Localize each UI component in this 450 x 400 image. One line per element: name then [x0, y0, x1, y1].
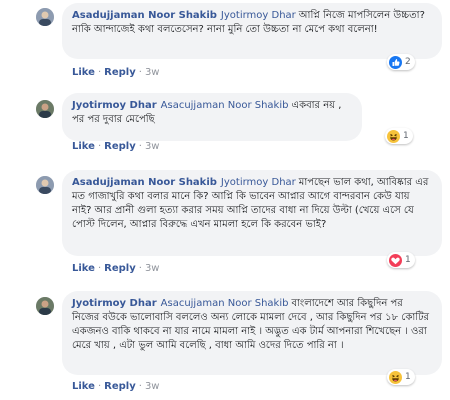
comment-bubble: Jyotirmoy Dhar Asacujjaman Noor Shakib একব… [62, 93, 362, 141]
haha-icon [387, 129, 400, 143]
comment-bubble: Asadujjaman Noor Shakib Jyotirmoy Dhar মাপ… [62, 170, 442, 256]
reaction-badge[interactable]: 2 [387, 54, 415, 70]
separator: · [97, 67, 102, 78]
separator: · [97, 141, 102, 152]
comment-author[interactable]: Asadujjaman Noor Shakib [72, 177, 217, 188]
comment-actions: Like · Reply · 3w [72, 141, 159, 153]
timestamp[interactable]: 3w [145, 381, 160, 392]
reply-button[interactable]: Reply [104, 141, 136, 152]
like-button[interactable]: Like [72, 263, 95, 274]
reaction-count: 1 [405, 255, 411, 265]
avatar[interactable] [36, 176, 54, 194]
reply-button[interactable]: Reply [104, 67, 136, 78]
comment-mention[interactable]: Asacujjaman Noor Shakib [161, 100, 289, 111]
reply-button[interactable]: Reply [104, 381, 136, 392]
reaction-count: 2 [405, 57, 411, 67]
reaction-badge[interactable]: 1 [387, 252, 415, 268]
separator: · [138, 263, 142, 274]
comment-mention[interactable]: Jyotirmoy Dhar [221, 177, 296, 188]
reaction-badge[interactable]: 1 [385, 128, 413, 144]
like-icon [389, 55, 402, 69]
avatar[interactable] [36, 100, 54, 118]
comment-bubble: Asadujjaman Noor Shakib Jyotirmoy Dhar আপ্… [62, 3, 442, 59]
like-button[interactable]: Like [72, 67, 95, 78]
separator: · [138, 141, 142, 152]
love-icon [389, 253, 402, 267]
reaction-count: 1 [405, 372, 411, 382]
comment-mention[interactable]: Jyotirmoy Dhar [221, 10, 296, 21]
separator: · [97, 381, 102, 392]
comment-mention[interactable]: Asacujjaman Noor Shakib [161, 298, 289, 309]
comment-actions: Like · Reply · 3w [72, 67, 159, 79]
comment-author[interactable]: Jyotirmoy Dhar [72, 298, 157, 309]
reaction-badge[interactable]: 1 [387, 369, 415, 385]
comment-actions: Like · Reply · 3w [72, 263, 159, 275]
comment-actions: Like · Reply · 3w [72, 381, 159, 393]
timestamp[interactable]: 3w [145, 141, 160, 152]
comment-author[interactable]: Asadujjaman Noor Shakib [72, 10, 217, 21]
separator: · [97, 263, 102, 274]
avatar[interactable] [36, 297, 54, 315]
separator: · [138, 381, 142, 392]
reaction-count: 1 [403, 131, 409, 141]
timestamp[interactable]: 3w [145, 67, 160, 78]
like-button[interactable]: Like [72, 141, 95, 152]
timestamp[interactable]: 3w [145, 263, 160, 274]
comment-author[interactable]: Jyotirmoy Dhar [72, 100, 157, 111]
comment-bubble: Jyotirmoy Dhar Asacujjaman Noor Shakib বাং… [62, 291, 442, 375]
haha-icon [389, 370, 402, 384]
reply-button[interactable]: Reply [104, 263, 136, 274]
avatar[interactable] [36, 8, 54, 26]
like-button[interactable]: Like [72, 381, 95, 392]
separator: · [138, 67, 142, 78]
